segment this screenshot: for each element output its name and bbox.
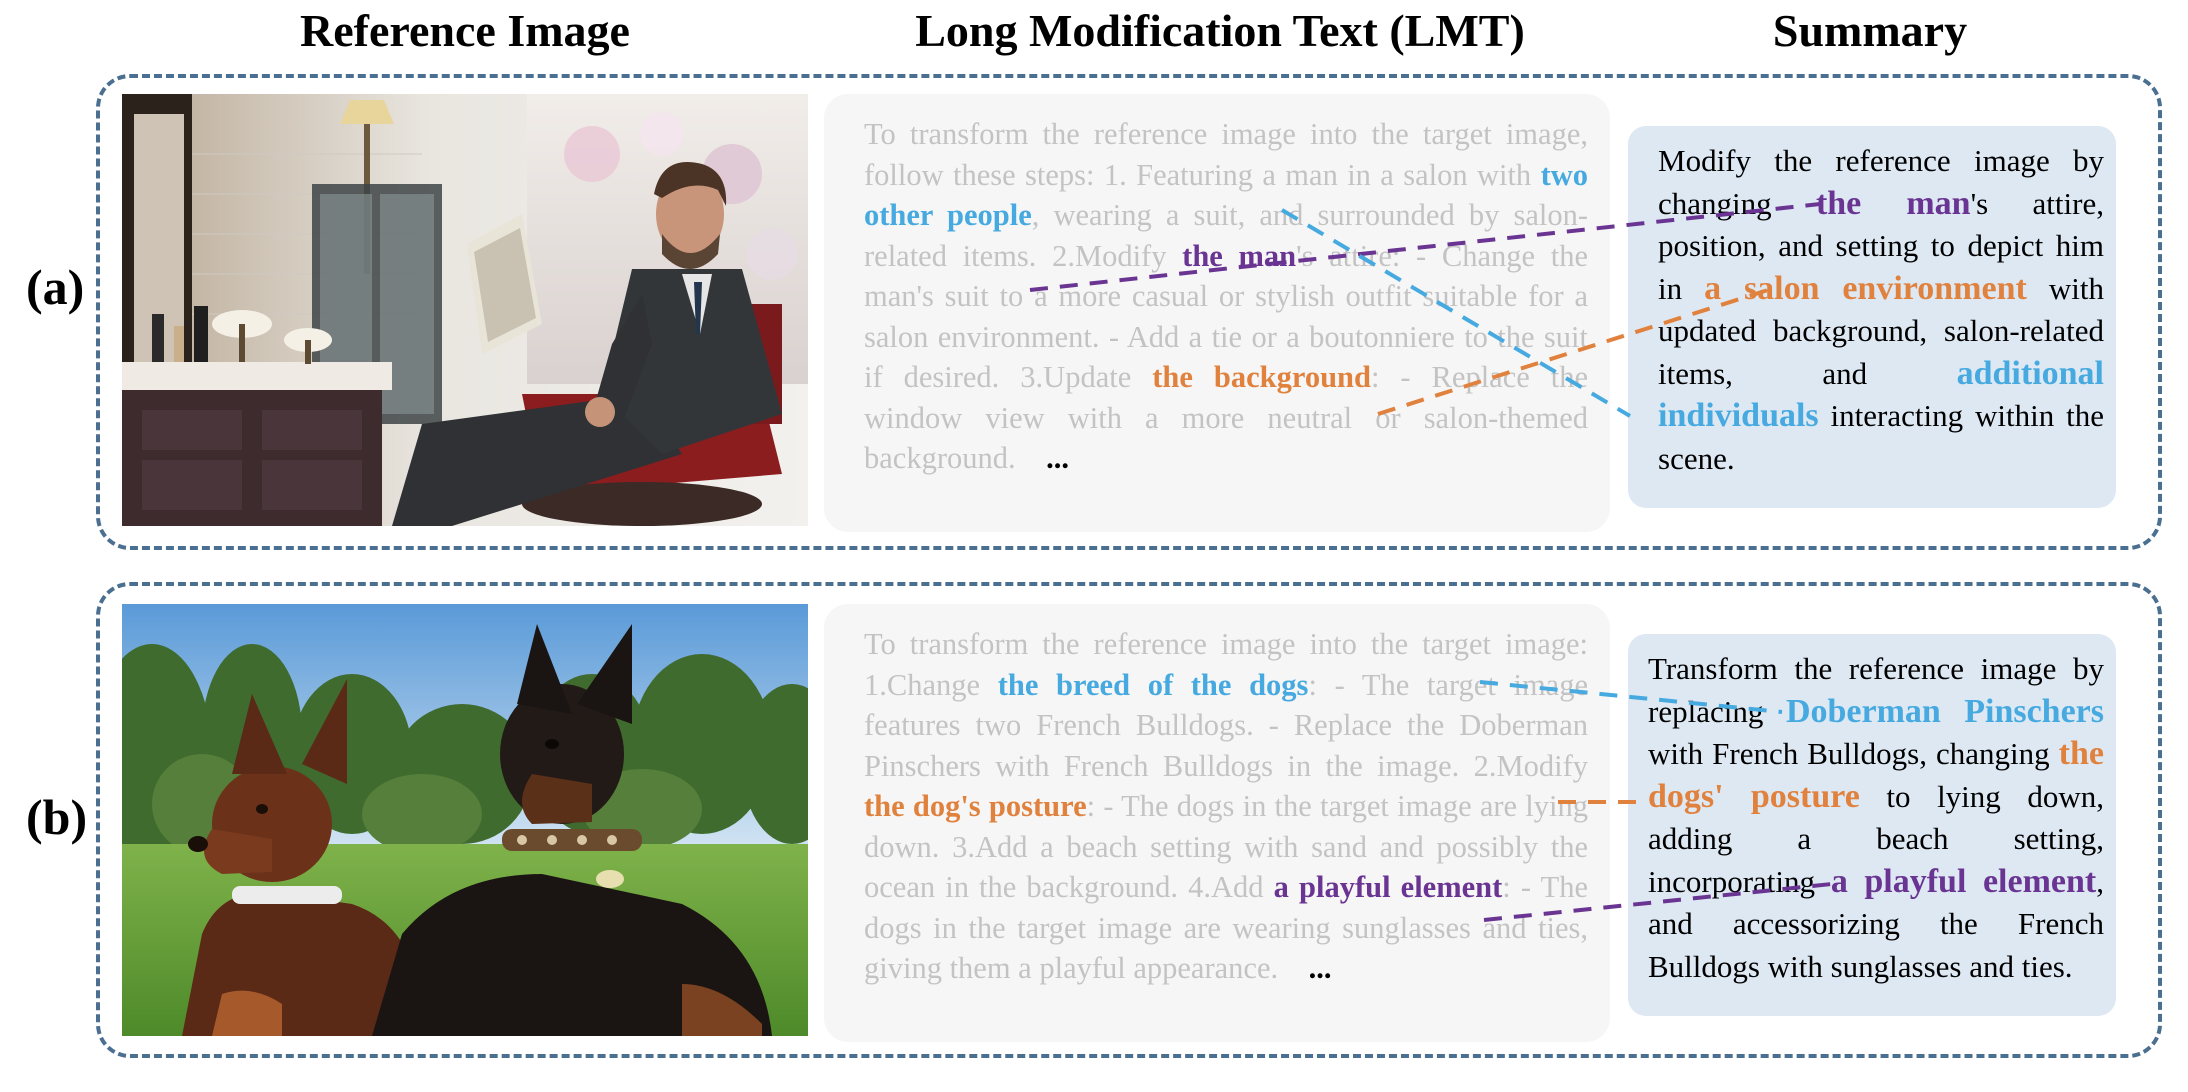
lmt-a-highlight-the-man: the man — [1182, 238, 1297, 273]
summary-a-highlight-the-man: the man — [1815, 184, 1971, 222]
summary-b-highlight-doberman-pinschers: Doberman Pinschers — [1785, 692, 2104, 730]
summary-a-highlight-salon-environment: a salon environment — [1704, 269, 2027, 307]
lmt-a-part1: To transform the reference image into th… — [864, 117, 1588, 192]
reference-image-b — [122, 604, 808, 1036]
summary-b-part2: with French Bulldogs, changing — [1648, 736, 2059, 771]
panel-label-b: (b) — [26, 789, 88, 845]
lmt-b-ellipsis: ... — [1308, 951, 1332, 985]
doberman-dogs-illustration — [122, 604, 808, 1036]
lmt-text-a: To transform the reference image into th… — [824, 94, 1610, 532]
header-lmt: Long Modification Text (LMT) — [915, 5, 1525, 56]
header-reference-image: Reference Image — [300, 5, 630, 56]
header-summary: Summary — [1772, 5, 1968, 56]
lmt-a-highlight-the-background: the background — [1152, 360, 1371, 394]
summary-text-b: Transform the reference image by replaci… — [1628, 634, 2116, 1016]
summary-text-a: Modify the reference image by changing t… — [1628, 126, 2116, 508]
lmt-b-highlight-dogs-posture: the dog's posture — [864, 789, 1087, 823]
panel-label-a: (a) — [26, 259, 85, 315]
summary-b-highlight-playful-element: a playful element — [1830, 862, 2097, 900]
lmt-b-highlight-playful-element: a playful element — [1273, 870, 1503, 904]
reference-image-a — [122, 94, 808, 526]
lmt-a-ellipsis: ... — [1046, 441, 1069, 475]
lmt-text-b: To transform the reference image into th… — [824, 604, 1610, 1042]
salon-man-illustration — [122, 94, 808, 526]
lmt-b-highlight-breed-of-dogs: the breed of the dogs — [997, 667, 1309, 702]
